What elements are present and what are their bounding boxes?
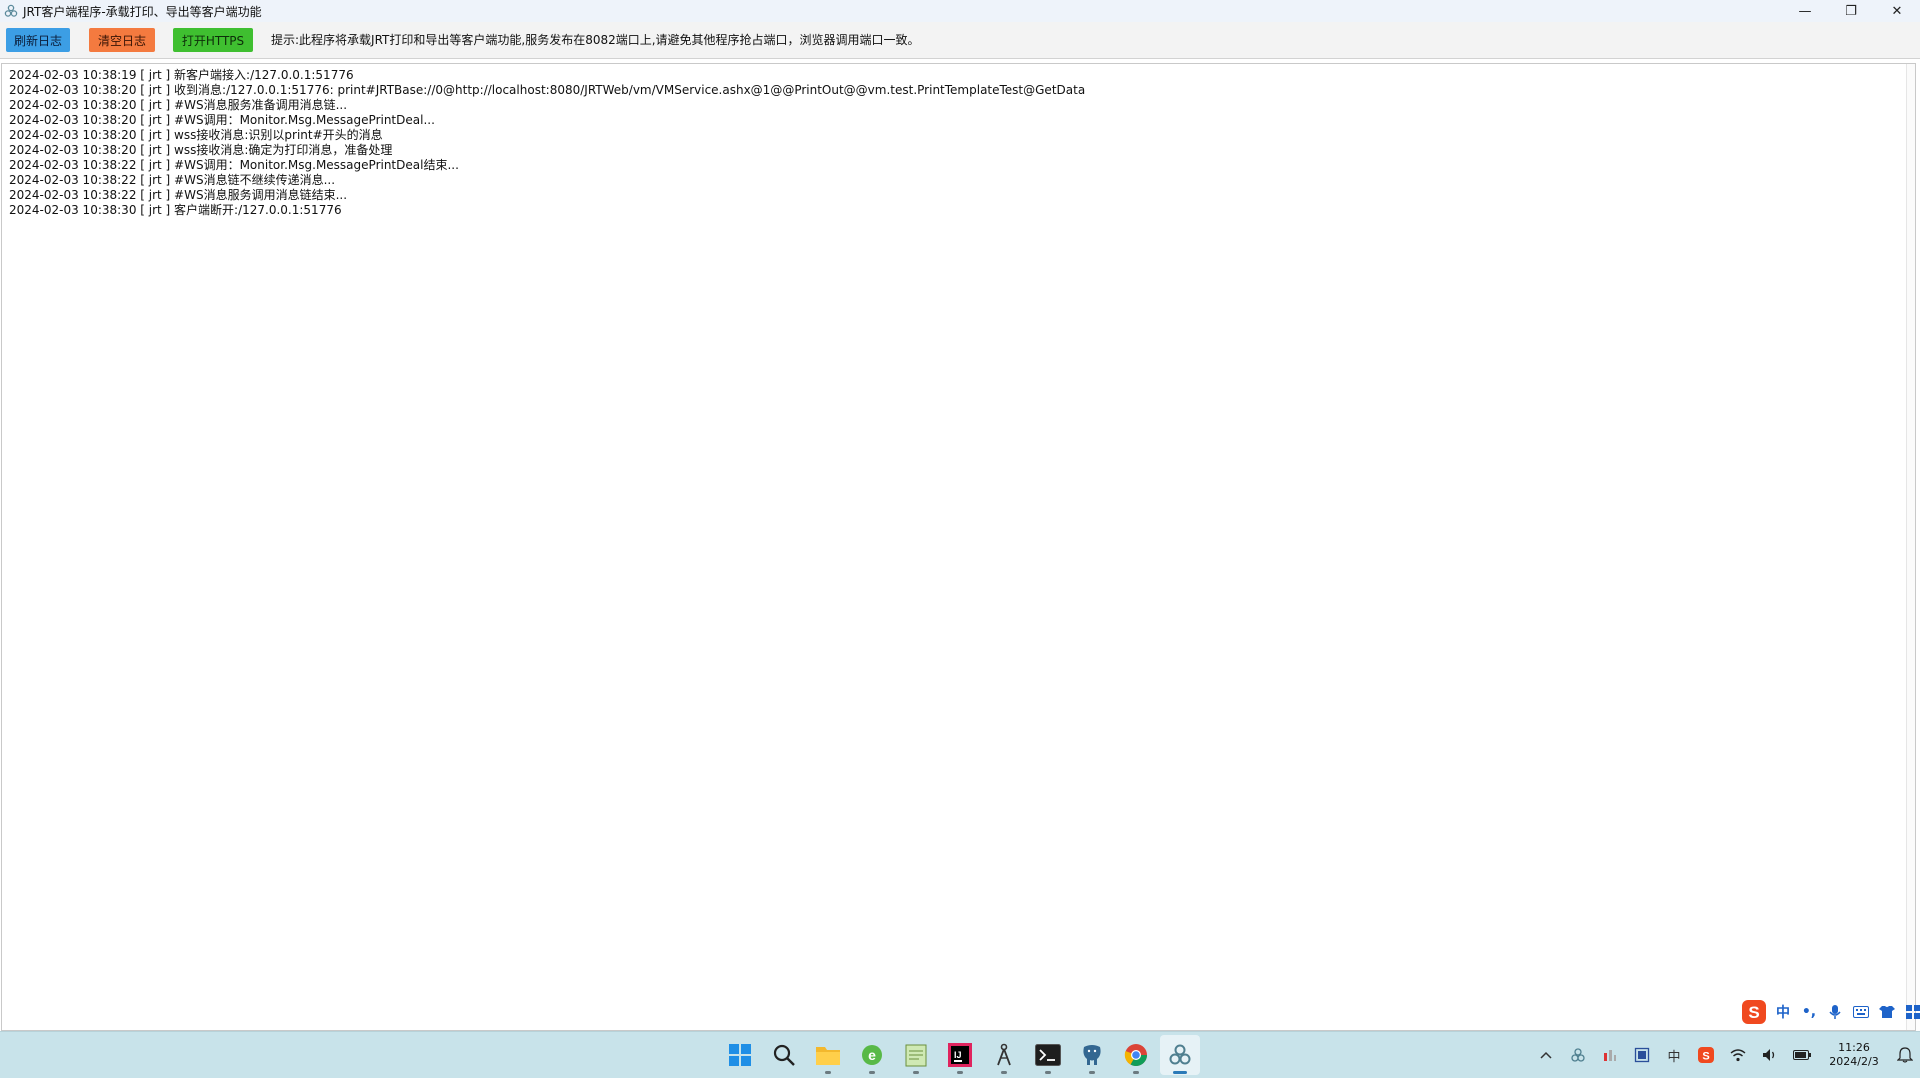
jrt-tray-icon[interactable] (1562, 1039, 1594, 1071)
svg-text:S: S (1748, 1003, 1759, 1022)
compass-icon[interactable] (984, 1035, 1024, 1075)
system-tray: 中 S 11:26 2024/2/3 (1530, 1032, 1920, 1078)
window-controls: — ❐ ✕ (1782, 0, 1920, 22)
log-line: 2024-02-03 10:38:22 [ jrt ] #WS消息服务调用消息链… (9, 188, 348, 202)
keyboard-icon[interactable] (1850, 1001, 1872, 1023)
notepad-icon[interactable] (896, 1035, 936, 1075)
log-line: 2024-02-03 10:38:20 [ jrt ] 收到消息:/127.0.… (9, 83, 1086, 97)
jrt-app-icon (3, 3, 19, 19)
refresh-log-button[interactable]: 刷新日志 (6, 28, 70, 52)
minimize-button[interactable]: — (1782, 0, 1828, 22)
log-line: 2024-02-03 10:38:20 [ jrt ] wss接收消息:识别以p… (9, 128, 383, 142)
file-explorer-icon[interactable] (808, 1035, 848, 1075)
log-lines: 2024-02-03 10:38:19 [ jrt ] 新客户端接入:/127.… (2, 64, 1915, 218)
ime-toolbar: S 中 •, (1740, 998, 1920, 1026)
title-bar: JRT客户端程序-承载打印、导出等客户端功能 — ❐ ✕ (0, 0, 1920, 22)
window-tray-icon[interactable] (1626, 1039, 1658, 1071)
log-line: 2024-02-03 10:38:20 [ jrt ] #WS调用：Monito… (9, 113, 435, 127)
sogou-tray-icon[interactable]: S (1690, 1039, 1722, 1071)
log-line: 2024-02-03 10:38:20 [ jrt ] #WS消息服务准备调用消… (9, 98, 348, 112)
chinese-mode-icon[interactable]: 中 (1772, 1001, 1794, 1023)
jrt-client-icon[interactable] (1160, 1035, 1200, 1075)
chrome-icon[interactable] (1116, 1035, 1156, 1075)
log-textarea[interactable]: 2024-02-03 10:38:19 [ jrt ] 新客户端接入:/127.… (1, 63, 1916, 1031)
log-line: 2024-02-03 10:38:22 [ jrt ] #WS消息链不继续传递消… (9, 173, 336, 187)
toolbar: 刷新日志 清空日志 打开HTTPS 提示:此程序将承载JRT打印和导出等客户端功… (0, 22, 1920, 59)
svg-text:S: S (1702, 1051, 1709, 1063)
notification-bell-icon[interactable] (1890, 1039, 1920, 1071)
skin-icon[interactable] (1876, 1001, 1898, 1023)
clock[interactable]: 11:26 2024/2/3 (1818, 1041, 1890, 1069)
chart-tray-icon[interactable] (1594, 1039, 1626, 1071)
log-line: 2024-02-03 10:38:30 [ jrt ] 客户端断开:/127.0… (9, 203, 342, 217)
log-line: 2024-02-03 10:38:20 [ jrt ] wss接收消息:确定为打… (9, 143, 393, 157)
svg-text:IJ: IJ (954, 1050, 962, 1060)
toolbox-icon[interactable] (1902, 1001, 1920, 1023)
browser-e-icon[interactable]: e (852, 1035, 892, 1075)
postgres-icon[interactable] (1072, 1035, 1112, 1075)
open-https-button[interactable]: 打开HTTPS (173, 28, 253, 52)
intellij-icon[interactable]: IJ (940, 1035, 980, 1075)
taskbar-apps: e IJ (720, 1032, 1200, 1078)
maximize-button[interactable]: ❐ (1828, 0, 1874, 22)
taskbar: e IJ 中 S 11:26 2024/2/3 (0, 1031, 1920, 1078)
sogou-logo-icon[interactable]: S (1740, 998, 1768, 1026)
window-title: JRT客户端程序-承载打印、导出等客户端功能 (23, 4, 262, 19)
wifi-icon[interactable] (1722, 1039, 1754, 1071)
battery-icon[interactable] (1786, 1039, 1818, 1071)
tip-text: 提示:此程序将承载JRT打印和导出等客户端功能,服务发布在8082端口上,请避免… (271, 33, 920, 47)
microphone-icon[interactable] (1824, 1001, 1846, 1023)
clock-time: 11:26 (1838, 1041, 1870, 1054)
clock-date: 2024/2/3 (1829, 1055, 1879, 1068)
log-line: 2024-02-03 10:38:22 [ jrt ] #WS调用：Monito… (9, 158, 459, 172)
log-line: 2024-02-03 10:38:19 [ jrt ] 新客户端接入:/127.… (9, 68, 354, 82)
ime-indicator-icon[interactable]: 中 (1658, 1039, 1690, 1071)
volume-icon[interactable] (1754, 1039, 1786, 1071)
chevron-up-icon[interactable] (1530, 1039, 1562, 1071)
vertical-scrollbar[interactable] (1906, 64, 1915, 1030)
search-icon[interactable] (764, 1035, 804, 1075)
start-icon[interactable] (720, 1035, 760, 1075)
punctuation-icon[interactable]: •, (1798, 1001, 1820, 1023)
terminal-icon[interactable] (1028, 1035, 1068, 1075)
close-button[interactable]: ✕ (1874, 0, 1920, 22)
clear-log-button[interactable]: 清空日志 (89, 28, 155, 52)
svg-text:e: e (868, 1047, 876, 1063)
